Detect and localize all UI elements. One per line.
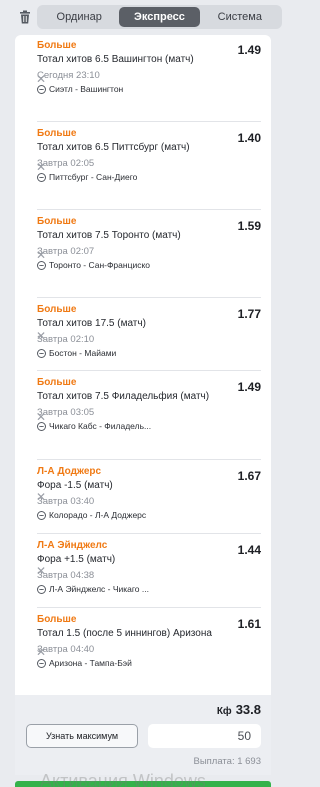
bet-odds: 1.49 (237, 380, 261, 394)
bet-pick: Больше (37, 377, 77, 388)
bet-odds: 1.77 (237, 307, 261, 321)
close-icon[interactable]: ✕ (36, 249, 46, 261)
bet-event-label: Питтсбург - Сан-Диего (49, 172, 138, 182)
bet-slip-footer: Кф 33.8 Узнать максимум 50 Выплата: 1 69… (15, 695, 271, 775)
total-odds-label: Кф (216, 706, 232, 717)
bet-market: Тотал хитов 6.5 Вашингтон (матч) (37, 54, 194, 65)
bet-item: Больше 1.59 Тотал хитов 7.5 Торонто (мат… (37, 215, 271, 272)
bet-time: Завтра 02:07 (37, 246, 95, 257)
stake-input[interactable]: 50 (148, 724, 261, 748)
bet-slip-list: Больше 1.49 Тотал хитов 6.5 Вашингтон (м… (15, 35, 271, 695)
divider (37, 533, 261, 534)
bet-event: Колорадо - Л-А Доджерс (37, 509, 271, 522)
bet-pick: Л-А Эйнджелс (37, 540, 108, 551)
bet-event: Бостон - Майами (37, 347, 271, 360)
divider (37, 209, 261, 210)
bet-odds: 1.44 (237, 543, 261, 557)
bet-time: Завтра 03:05 (37, 407, 95, 418)
bet-event: Чикаго Кабс - Филадель... (37, 420, 271, 433)
tab-single[interactable]: Ординар (39, 7, 119, 27)
divider (37, 607, 261, 608)
bet-item: Больше 1.49 Тотал хитов 7.5 Филадельфия … (37, 376, 271, 433)
baseball-icon (37, 511, 46, 520)
bet-market: Тотал хитов 7.5 Филадельфия (матч) (37, 391, 210, 402)
bet-event: Сиэтл - Вашингтон (37, 83, 271, 96)
bet-item: Больше 1.40 Тотал хитов 6.5 Питтсбург (м… (37, 127, 271, 184)
payout-text: Выплата: 1 693 (193, 756, 261, 767)
total-odds-value: 33.8 (235, 702, 261, 717)
bet-market: Тотал хитов 7.5 Торонто (матч) (37, 230, 181, 241)
bet-item: Больше 1.61 Тотал 1.5 (после 5 иннингов)… (37, 613, 271, 670)
divider (37, 121, 261, 122)
bet-event-label: Бостон - Майами (49, 348, 117, 358)
divider (37, 459, 261, 460)
bet-pick: Л-А Доджерс (37, 466, 102, 477)
bet-event-label: Торонто - Сан-Франциско (49, 260, 150, 270)
close-icon[interactable]: ✕ (36, 411, 46, 423)
bet-market: Тотал хитов 6.5 Питтсбург (матч) (37, 142, 190, 153)
close-icon[interactable]: ✕ (36, 646, 46, 658)
bet-type-tabs: Ординар Экспресс Система (37, 5, 282, 29)
bet-item: Больше 1.49 Тотал хитов 6.5 Вашингтон (м… (37, 39, 271, 96)
bet-market: Тотал хитов 17.5 (матч) (37, 318, 146, 329)
bet-event-label: Чикаго Кабс - Филадель... (49, 421, 152, 431)
bet-time: Завтра 02:05 (37, 158, 95, 169)
bet-pick: Больше (37, 304, 77, 315)
divider (37, 370, 261, 371)
bet-time: Завтра 02:10 (37, 334, 95, 345)
bet-odds: 1.61 (237, 617, 261, 631)
baseball-icon (37, 261, 46, 270)
bet-item: Больше 1.77 Тотал хитов 17.5 (матч) Завт… (37, 303, 271, 360)
windows-activation-watermark: Активация Windows (40, 771, 206, 787)
baseball-icon (37, 349, 46, 358)
top-bar: Ординар Экспресс Система (0, 0, 285, 34)
baseball-icon (37, 173, 46, 182)
bet-market: Фора +1.5 (матч) (37, 554, 116, 565)
bet-odds: 1.40 (237, 131, 261, 145)
baseball-icon (37, 659, 46, 668)
bet-pick: Больше (37, 614, 77, 625)
bet-event-label: Колорадо - Л-А Доджерс (49, 510, 147, 520)
close-icon[interactable]: ✕ (36, 161, 46, 173)
bet-event-label: Сиэтл - Вашингтон (49, 84, 124, 94)
bet-event: Л-А Эйнджелс - Чикаго ... (37, 583, 271, 596)
bet-time: Завтра 03:40 (37, 496, 95, 507)
bet-event: Питтсбург - Сан-Диего (37, 171, 271, 184)
trash-icon[interactable] (19, 10, 33, 24)
bet-market: Тотал 1.5 (после 5 иннингов) Аризона (37, 628, 212, 639)
total-odds: Кф 33.8 (217, 702, 261, 717)
bet-odds: 1.59 (237, 219, 261, 233)
baseball-icon (37, 85, 46, 94)
close-icon[interactable]: ✕ (36, 330, 46, 342)
tab-system[interactable]: Система (200, 7, 280, 27)
bet-item: Л-А Доджерс 1.67 Фора -1.5 (матч) Завтра… (37, 465, 271, 522)
bet-pick: Больше (37, 40, 77, 51)
close-icon[interactable]: ✕ (36, 565, 46, 577)
bet-item: Л-А Эйнджелс 1.44 Фора +1.5 (матч) Завтр… (37, 539, 271, 596)
tab-express[interactable]: Экспресс (119, 7, 200, 27)
bet-event: Аризона - Тампа-Бэй (37, 657, 271, 670)
bet-odds: 1.49 (237, 43, 261, 57)
find-max-button[interactable]: Узнать максимум (26, 724, 138, 748)
bet-time: Завтра 04:40 (37, 644, 95, 655)
bet-event-label: Аризона - Тампа-Бэй (49, 658, 132, 668)
bet-odds: 1.67 (237, 469, 261, 483)
bet-time: Сегодня 23:10 (37, 70, 100, 81)
bet-market: Фора -1.5 (матч) (37, 480, 113, 491)
bet-time: Завтра 04:38 (37, 570, 95, 581)
bet-event-label: Л-А Эйнджелс - Чикаго ... (49, 584, 149, 594)
bet-event: Торонто - Сан-Франциско (37, 259, 271, 272)
baseball-icon (37, 585, 46, 594)
close-icon[interactable]: ✕ (36, 73, 46, 85)
divider (37, 297, 261, 298)
close-icon[interactable]: ✕ (36, 491, 46, 503)
bet-pick: Больше (37, 128, 77, 139)
bet-pick: Больше (37, 216, 77, 227)
